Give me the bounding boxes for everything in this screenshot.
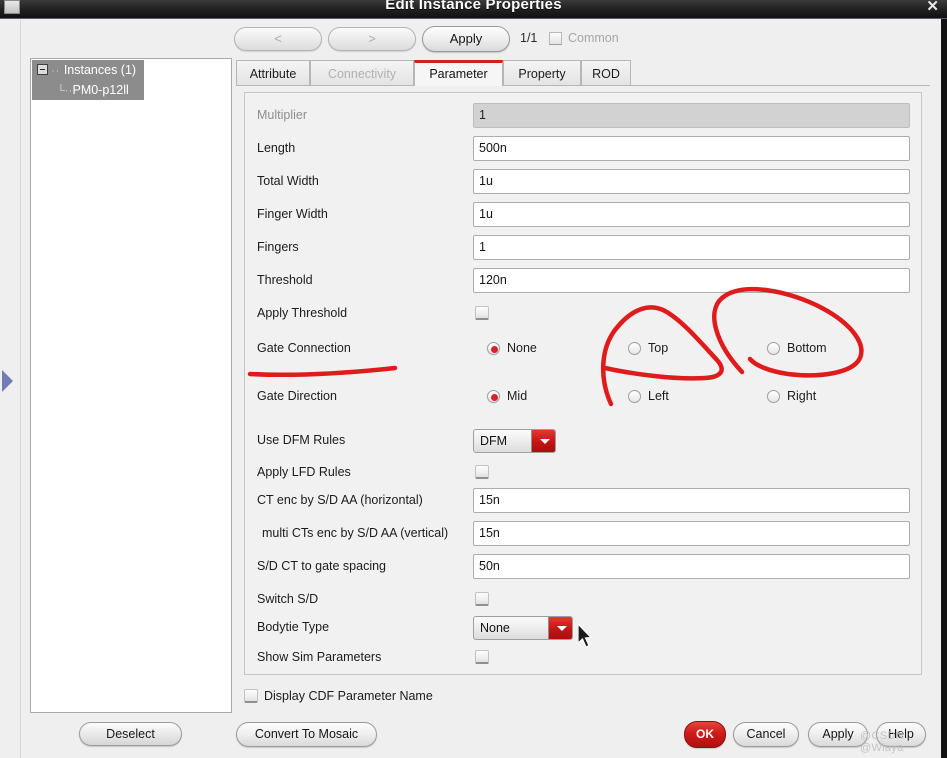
titlebar: Edit Instance Properties ✕ bbox=[0, 0, 947, 19]
tree-item-pm0-label: PM0-p12ll bbox=[72, 83, 129, 97]
ok-button[interactable]: OK bbox=[684, 721, 726, 748]
label-gate-connection: Gate Connection bbox=[257, 341, 351, 355]
label-fingers: Fingers bbox=[257, 240, 299, 254]
row-length: Length 500n bbox=[245, 132, 923, 165]
tree-item-pm0[interactable]: └·· PM0-p12ll bbox=[57, 80, 129, 100]
mouse-cursor bbox=[578, 624, 593, 648]
tab-parameter[interactable]: Parameter bbox=[414, 60, 503, 86]
tab-attribute[interactable]: Attribute bbox=[236, 60, 310, 86]
apply-top-button[interactable]: Apply bbox=[422, 26, 510, 52]
tabstrip-underline bbox=[236, 85, 930, 86]
label-finger-width: Finger Width bbox=[257, 207, 328, 221]
instances-tree-panel[interactable]: ·· Instances (1) └·· PM0-p12ll bbox=[30, 58, 232, 713]
common-checkbox[interactable] bbox=[549, 32, 562, 45]
field-multi-cts-vertical[interactable]: 15n bbox=[473, 521, 910, 546]
field-finger-width[interactable]: 1u bbox=[473, 202, 910, 227]
apply-button[interactable]: Apply bbox=[808, 722, 868, 747]
page-counter: 1/1 bbox=[520, 31, 538, 45]
select-use-dfm-rules[interactable]: DFM bbox=[473, 429, 556, 453]
row-threshold: Threshold 120n bbox=[245, 264, 923, 297]
field-length[interactable]: 500n bbox=[473, 136, 910, 161]
tree-item-instances-label: Instances (1) bbox=[63, 63, 137, 77]
next-button[interactable]: > bbox=[328, 27, 416, 51]
parameter-form: Multiplier 1 Length 500n Total Width 1u … bbox=[244, 92, 922, 675]
panel-divider bbox=[20, 20, 21, 758]
field-threshold[interactable]: 120n bbox=[473, 268, 910, 293]
row-multiplier: Multiplier 1 bbox=[245, 99, 923, 132]
tab-property[interactable]: Property bbox=[503, 60, 581, 86]
radio-gate-connection-bottom[interactable] bbox=[767, 342, 780, 355]
row-ct-enc-horizontal: CT enc by S/D AA (horizontal) 15n bbox=[245, 484, 923, 517]
radio-label-top: Top bbox=[648, 341, 669, 355]
radio-label-left: Left bbox=[648, 389, 669, 403]
common-label: Common bbox=[568, 31, 619, 45]
select-bodytie-type-value: None bbox=[480, 621, 510, 635]
checkbox-apply-lfd-rules[interactable] bbox=[475, 465, 489, 479]
select-bodytie-type[interactable]: None bbox=[473, 616, 573, 640]
field-multiplier: 1 bbox=[473, 103, 910, 128]
select-use-dfm-rules-value: DFM bbox=[480, 434, 508, 448]
chevron-down-icon[interactable] bbox=[531, 430, 555, 452]
convert-to-mosaic-button[interactable]: Convert To Mosaic bbox=[236, 722, 377, 747]
tabstrip: Attribute Connectivity Parameter Propert… bbox=[236, 60, 930, 86]
field-ct-enc-horizontal[interactable]: 15n bbox=[473, 488, 910, 513]
cancel-button[interactable]: Cancel bbox=[733, 722, 799, 747]
watermark: @CSDN @Wiaya bbox=[860, 730, 904, 754]
row-gate-direction: Gate Direction Mid Left Right bbox=[245, 380, 923, 413]
collapse-icon[interactable] bbox=[37, 64, 48, 76]
row-multi-cts-vertical: multi CTs enc by S/D AA (vertical) 15n bbox=[245, 517, 923, 550]
label-total-width: Total Width bbox=[257, 174, 319, 188]
radio-gate-connection-top[interactable] bbox=[628, 342, 641, 355]
tree-item-instances[interactable]: ·· Instances (1) bbox=[37, 60, 136, 80]
deselect-button[interactable]: Deselect bbox=[79, 722, 182, 746]
radio-label-bottom: Bottom bbox=[787, 341, 827, 355]
window-right-edge bbox=[941, 19, 947, 758]
row-apply-threshold: Apply Threshold bbox=[245, 297, 923, 330]
row-use-dfm-rules: Use DFM Rules DFM bbox=[245, 424, 923, 457]
row-fingers: Fingers 1 bbox=[245, 231, 923, 264]
label-ct-enc-horizontal: CT enc by S/D AA (horizontal) bbox=[257, 493, 423, 507]
field-sd-ct-gate-spacing[interactable]: 50n bbox=[473, 554, 910, 579]
label-threshold: Threshold bbox=[257, 273, 313, 287]
label-multi-cts-vertical: multi CTs enc by S/D AA (vertical) bbox=[262, 526, 449, 540]
label-display-cdf-parameter-name: Display CDF Parameter Name bbox=[264, 689, 433, 703]
radio-gate-direction-right[interactable] bbox=[767, 390, 780, 403]
radio-gate-direction-left[interactable] bbox=[628, 390, 641, 403]
radio-label-right: Right bbox=[787, 389, 817, 403]
label-show-sim-parameters: Show Sim Parameters bbox=[257, 650, 382, 664]
field-fingers[interactable]: 1 bbox=[473, 235, 910, 260]
row-finger-width: Finger Width 1u bbox=[245, 198, 923, 231]
row-total-width: Total Width 1u bbox=[245, 165, 923, 198]
tab-connectivity[interactable]: Connectivity bbox=[310, 60, 414, 86]
radio-label-none: None bbox=[507, 341, 537, 355]
checkbox-show-sim-parameters[interactable] bbox=[475, 650, 489, 664]
label-use-dfm-rules: Use DFM Rules bbox=[257, 433, 346, 447]
radio-label-mid: Mid bbox=[507, 389, 528, 403]
row-sd-ct-gate-spacing: S/D CT to gate spacing 50n bbox=[245, 550, 923, 583]
edit-instance-properties-window: Edit Instance Properties ✕ ·· Instances … bbox=[0, 0, 947, 758]
window-title: Edit Instance Properties bbox=[385, 0, 562, 13]
checkbox-display-cdf-parameter-name[interactable] bbox=[244, 689, 258, 703]
tab-rod[interactable]: ROD bbox=[581, 60, 631, 86]
chevron-down-icon[interactable] bbox=[548, 617, 572, 639]
radio-gate-direction-mid[interactable] bbox=[487, 390, 500, 403]
checkbox-apply-threshold[interactable] bbox=[475, 306, 489, 320]
checkbox-switch-sd[interactable] bbox=[475, 592, 489, 606]
label-bodytie-type: Bodytie Type bbox=[257, 620, 330, 634]
label-length: Length bbox=[257, 141, 296, 155]
close-icon[interactable]: ✕ bbox=[926, 0, 939, 16]
field-total-width[interactable]: 1u bbox=[473, 169, 910, 194]
label-multiplier: Multiplier bbox=[257, 108, 308, 122]
row-gate-connection: Gate Connection None Top Bottom bbox=[245, 332, 923, 365]
label-apply-threshold: Apply Threshold bbox=[257, 306, 348, 320]
radio-gate-connection-none[interactable] bbox=[487, 342, 500, 355]
label-gate-direction: Gate Direction bbox=[257, 389, 337, 403]
previous-button[interactable]: < bbox=[234, 27, 322, 51]
label-sd-ct-gate-spacing: S/D CT to gate spacing bbox=[257, 559, 387, 573]
expand-arrow-icon[interactable] bbox=[2, 370, 13, 392]
